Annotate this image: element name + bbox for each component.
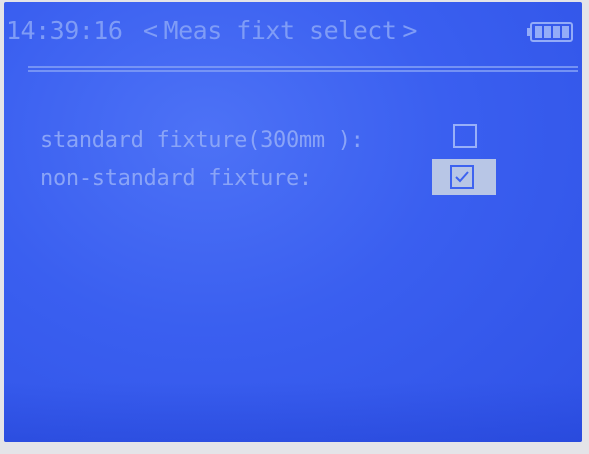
standard-fixture-checkbox[interactable] [453,124,477,148]
prev-page-arrow[interactable]: < [137,16,164,45]
header-bar: 14:39:16 < Meas fixt select > [6,16,526,50]
checkmark-icon [455,171,469,183]
page-title: Meas fixt select [163,16,397,45]
device-frame: 14:39:16 < Meas fixt select > standard fix… [0,0,589,454]
header-divider [28,66,578,72]
clock-time: 14:39:16 [6,16,123,45]
battery-full-icon [527,22,573,42]
option-non-standard-fixture-label: non-standard fixture: [40,166,312,191]
lcd-screen: 14:39:16 < Meas fixt select > standard fix… [4,2,582,442]
option-standard-fixture-label: standard fixture(300mm ): [40,128,364,153]
non-standard-fixture-checkbox[interactable] [450,165,474,189]
next-page-arrow[interactable]: > [396,16,423,45]
